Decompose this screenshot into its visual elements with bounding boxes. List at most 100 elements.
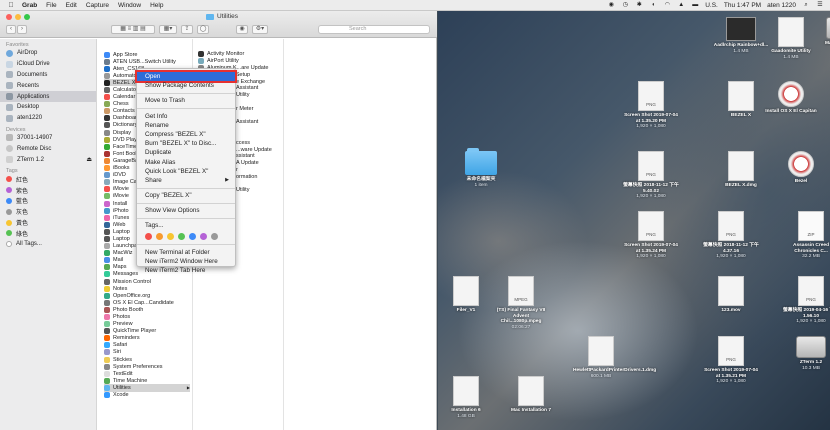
- desktop-item[interactable]: Macintosh HD: [813, 17, 830, 47]
- tag-red-dot[interactable]: [145, 232, 152, 240]
- sidebar-all-tags[interactable]: All Tags...: [0, 239, 96, 250]
- app-list-item[interactable]: Siri: [104, 349, 190, 356]
- context-rename[interactable]: Rename: [137, 121, 235, 130]
- app-list-item[interactable]: Reminders: [104, 335, 190, 342]
- time-machine-icon[interactable]: ◷: [621, 2, 629, 9]
- app-list-item[interactable]: App Store: [104, 51, 190, 58]
- menu-window[interactable]: Window: [118, 2, 141, 9]
- sidebar-item-remote-disc[interactable]: Remote Disc: [0, 143, 96, 154]
- action-gear-button[interactable]: ⚙▾: [252, 25, 268, 34]
- app-list-item[interactable]: Mission Control: [104, 278, 190, 285]
- sidebar-tag-purple[interactable]: 紫色: [0, 185, 96, 196]
- desktop-item[interactable]: ZIP Assassin Creed Chronicles C... 32.2 MB: [783, 211, 830, 260]
- menu-help[interactable]: Help: [150, 2, 163, 9]
- desktop-item[interactable]: PNG 螢幕快照 2019-04-16 下午 1.56.101,920 × 1,0…: [783, 276, 830, 325]
- app-list-item[interactable]: Notes: [104, 285, 190, 292]
- desktop-item[interactable]: Mac Installation 7: [503, 376, 559, 414]
- context-copy[interactable]: Copy "BEZEL X": [137, 191, 235, 200]
- context-make-alias[interactable]: Make Alias: [137, 158, 235, 167]
- desktop-item[interactable]: PNG 螢幕快照 2018-11-12 下午 4.37.16 1,920 × 1,0…: [703, 211, 759, 260]
- context-compress[interactable]: Compress "BEZEL X": [137, 130, 235, 139]
- app-list-item[interactable]: OS X El Cap...Candidate: [104, 299, 190, 306]
- flag-icon[interactable]: ▬: [691, 2, 699, 9]
- desktop-item[interactable]: 123.mov: [703, 276, 759, 314]
- context-new-iterm-window[interactable]: New iTerm2 Window Here: [137, 257, 235, 266]
- sidebar-item-desktop[interactable]: Desktop: [0, 102, 96, 113]
- apple-icon[interactable]: : [6, 2, 16, 9]
- context-duplicate[interactable]: Duplicate: [137, 148, 235, 157]
- app-list-item[interactable]: System Preferences: [104, 363, 190, 370]
- share-button[interactable]: ⇪: [181, 25, 193, 34]
- input-source[interactable]: U.S.: [705, 2, 718, 9]
- sidebar-tag-red[interactable]: 紅色: [0, 174, 96, 185]
- forward-button[interactable]: ›: [17, 25, 27, 34]
- menu-edit[interactable]: Edit: [66, 2, 77, 9]
- desktop-item[interactable]: 未命名檔案夾 1 item: [453, 148, 509, 188]
- arrange-button[interactable]: ▦▾: [159, 25, 177, 34]
- zoom-button[interactable]: [24, 14, 30, 20]
- sidebar-item-documents[interactable]: Documents: [0, 70, 96, 81]
- tag-blue-dot[interactable]: [189, 232, 196, 240]
- sidebar-item-airdrop[interactable]: AirDrop: [0, 48, 96, 59]
- back-button[interactable]: ‹: [6, 25, 16, 34]
- menu-capture[interactable]: Capture: [86, 2, 109, 9]
- desktop-item[interactable]: PNG Screen Shot 2019-07-04 at 1.35.21 PM 1…: [703, 336, 759, 385]
- context-share[interactable]: Share ▶: [137, 176, 235, 185]
- sidebar-tag-blue[interactable]: 藍色: [0, 196, 96, 207]
- column-divider[interactable]: [283, 39, 284, 430]
- minimize-button[interactable]: [15, 14, 21, 20]
- desktop-item[interactable]: BEZEL X: [713, 81, 769, 119]
- context-burn[interactable]: Burn "BEZEL X" to Disc...: [137, 139, 235, 148]
- volume-icon[interactable]: ◖: [649, 2, 657, 9]
- menu-app-name[interactable]: Grab: [22, 2, 37, 9]
- app-list-item[interactable]: OpenOffice.org: [104, 292, 190, 299]
- close-button[interactable]: [6, 14, 12, 20]
- context-open[interactable]: Open: [135, 69, 237, 84]
- desktop-item[interactable]: PNG 螢幕快照 2018-11-12 下午 5.40.02 1,920 × 1,0…: [623, 151, 679, 200]
- sidebar-item-home[interactable]: aten1220: [0, 113, 96, 124]
- clock[interactable]: Thu 1:47 PM: [724, 2, 761, 9]
- tag-purple-dot[interactable]: [200, 232, 207, 240]
- search-icon[interactable]: ⌕: [802, 2, 810, 9]
- status-app-icon[interactable]: ◉: [607, 2, 615, 9]
- tag-green-dot[interactable]: [178, 232, 185, 240]
- context-show-view-options[interactable]: Show View Options: [137, 206, 235, 215]
- sidebar-item-applications[interactable]: Applications: [0, 91, 96, 102]
- desktop-item[interactable]: ZTerm 1.2 10.3 MB: [783, 336, 830, 371]
- app-list-item[interactable]: ATEN USB...Switch Utility: [104, 58, 190, 65]
- menu-file[interactable]: File: [46, 2, 56, 9]
- app-list-item[interactable]: Xcode: [104, 392, 190, 399]
- app-list-item[interactable]: Photo Booth: [104, 306, 190, 313]
- context-move-to-trash[interactable]: Move to Trash: [137, 96, 235, 105]
- desktop-item[interactable]: BEZEL X.dmg: [713, 151, 769, 189]
- app-list-item[interactable]: TextEdit: [104, 370, 190, 377]
- utility-list-item[interactable]: Activity Monitor: [198, 51, 276, 58]
- user-name[interactable]: aten 1220: [767, 2, 796, 9]
- app-list-item[interactable]: Preview: [104, 321, 190, 328]
- sidebar-item-device[interactable]: 37001-14907: [0, 133, 96, 144]
- notification-icon[interactable]: ☰: [816, 2, 824, 9]
- wifi-icon[interactable]: ◠: [663, 2, 671, 9]
- search-input[interactable]: Search: [318, 25, 430, 34]
- tag-gray-dot[interactable]: [211, 232, 218, 240]
- desktop-item[interactable]: Aadlrchip Rainbow+dl... 1.4 MB: [713, 17, 769, 54]
- view-mode-buttons[interactable]: ▦ ≡ ▥ ▤: [111, 25, 155, 34]
- sidebar-tag-yellow[interactable]: 黃色: [0, 217, 96, 228]
- desktop-item[interactable]: Installation 6 1.48 GB: [438, 376, 494, 419]
- utility-list-item[interactable]: AirPort Utility: [198, 58, 276, 65]
- desktop-item[interactable]: PNG Screen Shot 2019-07-04 at 1.35.20 PM 1…: [623, 81, 679, 130]
- context-tags[interactable]: Tags...: [137, 221, 235, 230]
- context-get-info[interactable]: Get Info: [137, 112, 235, 121]
- sidebar-item-recents[interactable]: Recents: [0, 80, 96, 91]
- context-new-iterm-tab[interactable]: New iTerm2 Tab Here: [137, 266, 235, 275]
- airplay-icon[interactable]: ▲: [677, 2, 685, 9]
- context-quick-look[interactable]: Quick Look "BEZEL X": [137, 167, 235, 176]
- sidebar-tag-gray[interactable]: 灰色: [0, 206, 96, 217]
- app-list-item[interactable]: Photos: [104, 313, 190, 321]
- app-list-item[interactable]: QuickTime Player: [104, 328, 190, 335]
- desktop-item[interactable]: MPEG (TS) Final Fantasy VII Advent Chil..…: [493, 276, 549, 330]
- desktop-item[interactable]: HewlettPackardPrinterDrivers.1.dmg 600.1 …: [573, 336, 656, 379]
- desktop-item[interactable]: PNG Screen Shot 2019-07-04 at 1.35.24 PM 1…: [623, 211, 679, 260]
- tag-orange-dot[interactable]: [156, 232, 163, 240]
- desktop-item[interactable]: Gaadomite Utility 1.4 MB: [763, 17, 819, 60]
